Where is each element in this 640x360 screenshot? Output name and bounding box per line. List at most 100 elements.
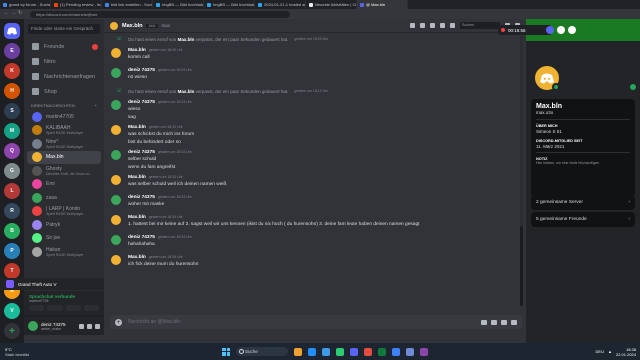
message-avatar[interactable] bbox=[111, 150, 121, 160]
server-icon[interactable]: M bbox=[4, 123, 20, 139]
video-icon[interactable] bbox=[420, 23, 425, 28]
wifi-icon[interactable]: ▲ bbox=[608, 349, 612, 354]
dm-item[interactable]: Ghosty Dieselbe Kraft, die Jesus vo... bbox=[27, 164, 101, 178]
mutual-friends-button[interactable]: 5 gemeinsame Freunde › bbox=[531, 212, 635, 227]
taskbar-app-icon[interactable] bbox=[364, 347, 372, 356]
add-server-button[interactable]: + bbox=[4, 323, 20, 339]
chat-search-input[interactable]: Suchen bbox=[460, 22, 500, 29]
server-icon[interactable]: Q bbox=[4, 143, 20, 159]
nav-shop[interactable]: Shop bbox=[24, 84, 104, 99]
notice-user[interactable]: Max.bln bbox=[178, 37, 195, 42]
message-input[interactable] bbox=[128, 319, 475, 325]
message-avatar[interactable] bbox=[111, 235, 121, 245]
server-icon[interactable]: V bbox=[4, 303, 20, 319]
profile-toggle-icon[interactable] bbox=[450, 23, 455, 28]
pin-icon[interactable] bbox=[430, 23, 435, 28]
soundboard-button[interactable] bbox=[83, 305, 99, 311]
note-input[interactable]: Hier klicken, um eine Notiz hinzuzufügen bbox=[536, 161, 630, 165]
dm-search-button[interactable]: Finde oder starte ein Gespräch bbox=[28, 24, 100, 34]
message-author[interactable]: deniz 74375 bbox=[128, 235, 155, 240]
taskbar-app-icon[interactable] bbox=[336, 347, 344, 356]
message-avatar[interactable] bbox=[111, 195, 121, 205]
message-author[interactable]: deniz 74375 bbox=[128, 68, 155, 73]
server-icon[interactable]: L bbox=[4, 183, 20, 199]
taskbar-app-icon[interactable] bbox=[406, 347, 414, 356]
server-icon[interactable]: T bbox=[4, 263, 20, 279]
dm-item[interactable]: zaaa bbox=[27, 191, 101, 205]
settings-gear-icon[interactable] bbox=[95, 323, 100, 329]
message-author[interactable]: Max.bln bbox=[128, 175, 146, 180]
add-friend-icon[interactable] bbox=[440, 23, 445, 28]
nav-message-requests[interactable]: Nachrichtenanfragen bbox=[24, 69, 104, 84]
url-field[interactable]: https://discord.com/channels/@me bbox=[30, 10, 290, 18]
chat-title[interactable]: Max.bln bbox=[122, 23, 142, 29]
message-author[interactable]: Max.bln bbox=[128, 215, 146, 220]
taskbar-app-icon[interactable] bbox=[294, 347, 302, 356]
forward-icon[interactable]: → bbox=[11, 11, 16, 16]
message-author[interactable]: Max.bln bbox=[128, 255, 146, 260]
dm-item[interactable]: Max.bln bbox=[27, 150, 101, 164]
dm-item[interactable]: Sir joe bbox=[27, 232, 101, 246]
dm-item[interactable]: KALIBAAH Spielt RAGE Multiplayer bbox=[27, 124, 101, 138]
screen-icon[interactable] bbox=[546, 26, 554, 34]
message-avatar[interactable] bbox=[111, 68, 121, 78]
activity-button[interactable] bbox=[65, 305, 81, 311]
message-author[interactable]: deniz 74375 bbox=[128, 150, 155, 155]
dm-item[interactable]: Emi bbox=[27, 178, 101, 192]
server-icon[interactable]: E bbox=[4, 43, 20, 59]
browser-tab[interactable]: 2024-01-21-1 hosted at ImgBB bbox=[255, 0, 306, 9]
start-button[interactable] bbox=[222, 347, 230, 356]
server-icon[interactable]: H bbox=[4, 83, 20, 99]
message-avatar[interactable] bbox=[111, 125, 121, 135]
attach-icon[interactable]: + bbox=[115, 318, 122, 326]
browser-tab[interactable]: @ Max.bln bbox=[357, 0, 408, 9]
taskbar-app-icon[interactable] bbox=[420, 347, 428, 356]
mic-call-icon[interactable] bbox=[568, 26, 576, 34]
mutual-servers-button[interactable]: 2 gemeinsame Server › bbox=[531, 195, 635, 210]
activity-bar[interactable]: Grand Theft Auto V bbox=[0, 278, 104, 290]
dm-item[interactable]: Hakan Spielt RAGE Multiplayer bbox=[27, 245, 101, 259]
server-icon[interactable]: S bbox=[4, 103, 20, 119]
scrollbar[interactable] bbox=[520, 36, 523, 306]
camera-icon[interactable] bbox=[557, 26, 565, 34]
server-icon[interactable]: B bbox=[4, 223, 20, 239]
scrollbar-thumb[interactable] bbox=[520, 226, 523, 306]
weather-widget[interactable]: 9°C Stark bewölkt bbox=[0, 347, 29, 357]
nav-friends[interactable]: Freunde bbox=[24, 39, 104, 54]
browser-tab[interactable]: (1) Pending review - Ihan roadblock bbox=[51, 0, 102, 9]
message-avatar[interactable] bbox=[111, 48, 121, 58]
taskbar-app-icon[interactable] bbox=[308, 347, 316, 356]
create-dm-icon[interactable]: + bbox=[95, 103, 97, 108]
server-icon[interactable]: G bbox=[4, 163, 20, 179]
server-icon[interactable]: P bbox=[4, 243, 20, 259]
message-avatar[interactable] bbox=[111, 215, 121, 225]
browser-tab[interactable]: ImgBB — Bild hochladen — ImgBB bbox=[204, 0, 255, 9]
message-author[interactable]: Max.bln bbox=[128, 48, 146, 53]
taskbar-app-icon[interactable] bbox=[350, 347, 358, 356]
browser-tab[interactable]: ImgBB — Bild hochladen bbox=[153, 0, 204, 9]
message-author[interactable]: Max.bln bbox=[128, 125, 146, 130]
gif-icon[interactable] bbox=[491, 319, 497, 325]
server-icon[interactable]: K bbox=[4, 63, 20, 79]
taskbar-app-icon[interactable] bbox=[392, 347, 400, 356]
phone-icon[interactable] bbox=[410, 23, 415, 28]
server-icon[interactable]: R bbox=[4, 203, 20, 219]
profile-avatar[interactable] bbox=[532, 63, 562, 93]
message-avatar[interactable] bbox=[111, 100, 121, 110]
nav-nitro[interactable]: Nitro bbox=[24, 54, 104, 69]
message-avatar[interactable] bbox=[111, 175, 121, 185]
sticker-icon[interactable] bbox=[501, 319, 507, 325]
taskbar-app-icon[interactable] bbox=[378, 347, 386, 356]
language-indicator[interactable]: DEU bbox=[596, 349, 604, 354]
message-avatar[interactable] bbox=[111, 255, 121, 265]
reload-icon[interactable]: ↻ bbox=[18, 11, 23, 16]
back-icon[interactable]: ← bbox=[4, 11, 9, 16]
emoji-icon[interactable] bbox=[511, 319, 517, 325]
mic-icon[interactable] bbox=[79, 323, 84, 329]
browser-tab[interactable]: Neueste Aktivitäten | Cloud Rol bbox=[306, 0, 357, 9]
message-author[interactable]: deniz 74375 bbox=[128, 195, 155, 200]
home-button[interactable] bbox=[4, 23, 20, 39]
taskbar-app-icon[interactable] bbox=[322, 347, 330, 356]
screenshare-button[interactable] bbox=[47, 305, 63, 311]
dm-item[interactable]: Patryk bbox=[27, 218, 101, 232]
